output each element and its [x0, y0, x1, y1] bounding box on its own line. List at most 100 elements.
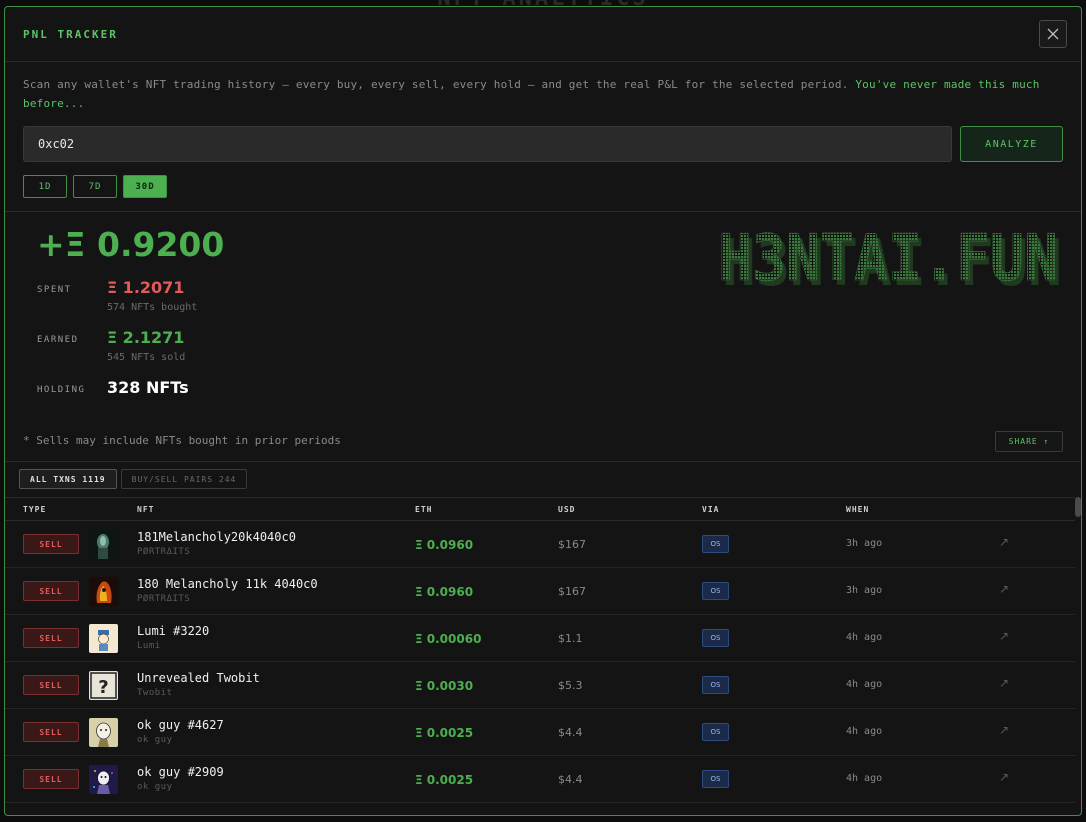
eth-amount: Ξ 0.0960: [415, 585, 474, 599]
type-badge: SELL: [23, 628, 79, 648]
type-badge: SELL: [23, 581, 79, 601]
nft-name: 180 Melancholy 11k 4040c0: [137, 577, 318, 591]
usd-amount: $4.4: [558, 726, 583, 739]
time-ago: 4h ago: [846, 679, 883, 690]
external-link-icon[interactable]: ↗: [999, 535, 1009, 549]
svg-text:?: ?: [98, 677, 108, 698]
nft-name: ok guy #2909: [137, 765, 224, 779]
table-row[interactable]: SELL ok guy #2909 ok guy Ξ 0.0025 $4.4 O…: [5, 756, 1075, 803]
nft-thumbnail: [89, 718, 118, 747]
type-badge: SELL: [23, 675, 79, 695]
table-row[interactable]: SELL 180 Melancholy 11k 4040c0 PØRTRΔITS…: [5, 568, 1075, 615]
table-scrollbar[interactable]: [1075, 497, 1081, 517]
nft-collection: ok guy: [137, 735, 173, 745]
col-when: WHEN: [846, 505, 870, 514]
marketplace-badge: OS: [702, 629, 729, 647]
nft-thumbnail: [89, 624, 118, 653]
nft-name: 181Melancholy20k4040c0: [137, 530, 296, 544]
transactions-table: TYPE NFT ETH USD VIA WHEN SELL 181Melanc…: [5, 497, 1075, 803]
nft-collection: Twobit: [137, 688, 173, 698]
nft-thumbnail: [89, 577, 118, 606]
close-button[interactable]: [1039, 20, 1067, 48]
nft-collection: Lumi: [137, 641, 161, 651]
nft-thumbnail: [89, 530, 118, 559]
holding-label: HOLDING: [37, 385, 86, 395]
type-badge: SELL: [23, 722, 79, 742]
eth-amount: Ξ 0.0030: [415, 679, 474, 693]
tab-all-txns[interactable]: ALL TXNS 1119: [19, 469, 117, 489]
marketplace-badge: OS: [702, 582, 729, 600]
earned-value: Ξ 2.1271: [107, 328, 185, 347]
logo-text: H3NTAI.FUN: [718, 222, 1058, 296]
nft-name: ok guy #4627: [137, 718, 224, 732]
divider: [5, 211, 1081, 212]
txn-tabs: ALL TXNS 1119 BUY/SELL PAIRS 244: [19, 469, 248, 489]
period-selector: 1D 7D 30D: [23, 175, 167, 198]
nft-collection: PØRTRΔITS: [137, 594, 191, 604]
description: Scan any wallet's NFT trading history — …: [23, 75, 1068, 113]
spent-label: SPENT: [37, 285, 72, 295]
sells-note: * Sells may include NFTs bought in prior…: [23, 434, 341, 447]
usd-amount: $5.3: [558, 679, 583, 692]
time-ago: 3h ago: [846, 585, 883, 596]
table-header: TYPE NFT ETH USD VIA WHEN: [5, 497, 1075, 521]
usd-amount: $1.1: [558, 632, 583, 645]
col-via: VIA: [702, 505, 720, 514]
marketplace-badge: OS: [702, 676, 729, 694]
period-1d-button[interactable]: 1D: [23, 175, 67, 198]
table-row[interactable]: SELL ? Unrevealed Twobit Twobit Ξ 0.0030…: [5, 662, 1075, 709]
description-text: Scan any wallet's NFT trading history — …: [23, 78, 856, 91]
nft-name: Unrevealed Twobit: [137, 671, 260, 685]
earned-label: EARNED: [37, 335, 79, 345]
nft-collection: ok guy: [137, 782, 173, 792]
eth-amount: Ξ 0.0025: [415, 726, 474, 740]
marketplace-badge: OS: [702, 535, 729, 553]
marketplace-badge: OS: [702, 770, 729, 788]
nft-thumbnail: [89, 765, 118, 794]
col-usd: USD: [558, 505, 576, 514]
usd-amount: $4.4: [558, 773, 583, 786]
analyze-button[interactable]: ANALYZE: [960, 126, 1063, 162]
external-link-icon[interactable]: ↗: [999, 582, 1009, 596]
modal-title: PNL TRACKER: [23, 28, 118, 41]
pnl-value: +Ξ 0.9200: [37, 225, 225, 264]
eth-amount: Ξ 0.00060: [415, 632, 482, 646]
divider: [5, 461, 1081, 462]
share-button[interactable]: SHARE ↑: [995, 431, 1063, 452]
close-icon: [1047, 28, 1059, 40]
earned-sub: 545 NFTs sold: [107, 352, 186, 363]
wallet-address-input[interactable]: [23, 126, 952, 162]
period-7d-button[interactable]: 7D: [73, 175, 117, 198]
time-ago: 4h ago: [846, 632, 883, 643]
col-eth: ETH: [415, 505, 433, 514]
holding-value: 328 NFTs: [107, 378, 189, 397]
external-link-icon[interactable]: ↗: [999, 723, 1009, 737]
nft-name: Lumi #3220: [137, 624, 210, 638]
eth-amount: Ξ 0.0960: [415, 538, 474, 552]
col-type: TYPE: [23, 505, 47, 514]
external-link-icon[interactable]: ↗: [999, 770, 1009, 784]
modal-header: PNL TRACKER: [5, 7, 1081, 62]
time-ago: 3h ago: [846, 538, 883, 549]
type-badge: SELL: [23, 534, 79, 554]
pnl-tracker-modal: PNL TRACKER Scan any wallet's NFT tradin…: [4, 6, 1082, 816]
usd-amount: $167: [558, 538, 586, 551]
usd-amount: $167: [558, 585, 586, 598]
table-row[interactable]: SELL 181Melancholy20k4040c0 PØRTRΔITS Ξ …: [5, 521, 1075, 568]
col-nft: NFT: [137, 505, 155, 514]
nft-collection: PØRTRΔITS: [137, 547, 191, 557]
tab-buy-sell-pairs[interactable]: BUY/SELL PAIRS 244: [120, 469, 248, 489]
brand-logo: H3NTAI.FUN H3NTAI.FUN: [718, 222, 1062, 297]
spent-value: Ξ 1.2071: [107, 278, 185, 297]
external-link-icon[interactable]: ↗: [999, 676, 1009, 690]
type-badge: SELL: [23, 769, 79, 789]
marketplace-badge: OS: [702, 723, 729, 741]
period-30d-button[interactable]: 30D: [123, 175, 167, 198]
eth-amount: Ξ 0.0025: [415, 773, 474, 787]
table-row[interactable]: SELL Lumi #3220 Lumi Ξ 0.00060 $1.1 OS 4…: [5, 615, 1075, 662]
time-ago: 4h ago: [846, 773, 883, 784]
external-link-icon[interactable]: ↗: [999, 629, 1009, 643]
table-row[interactable]: SELL ok guy #4627 ok guy Ξ 0.0025 $4.4 O…: [5, 709, 1075, 756]
question-mark-icon: ?: [89, 671, 118, 700]
spent-sub: 574 NFTs bought: [107, 302, 198, 313]
